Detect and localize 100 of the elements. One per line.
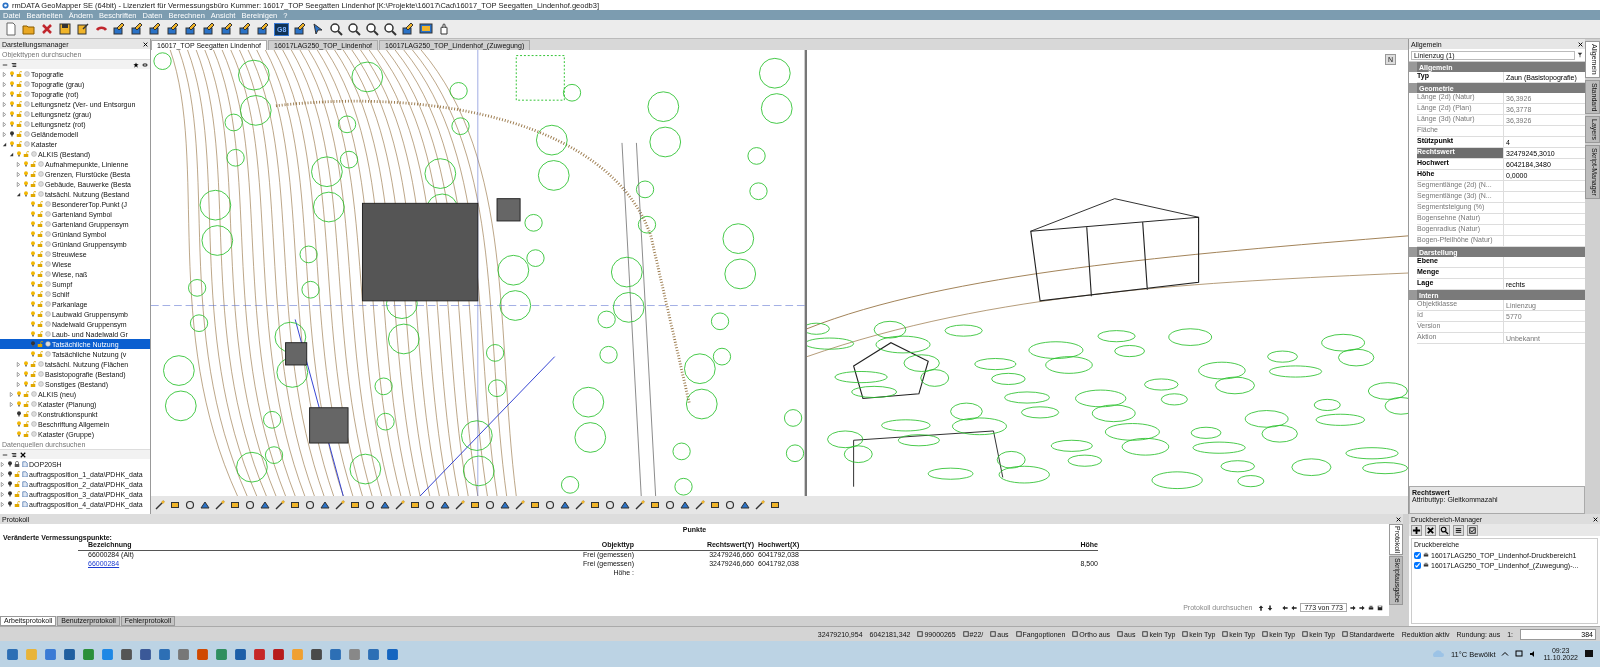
taskbar-app-icon[interactable]	[101, 647, 114, 661]
taskbar-app-icon[interactable]	[6, 647, 19, 661]
new-document-icon[interactable]	[4, 22, 18, 36]
drawing-tool-icon[interactable]	[770, 500, 780, 510]
status-tool-icon[interactable]	[990, 631, 997, 637]
drawing-tool-icon[interactable]	[395, 500, 405, 510]
expand-arrow-icon[interactable]	[2, 81, 7, 87]
expand-arrow-icon[interactable]	[2, 71, 7, 77]
checkbox[interactable]	[1414, 561, 1421, 569]
expand-arrow-icon[interactable]	[16, 161, 21, 167]
expand-arrow-icon[interactable]	[9, 391, 14, 397]
drawing-tool-icon[interactable]	[575, 500, 585, 510]
tool-icon[interactable]	[401, 22, 416, 36]
tool-icon[interactable]	[256, 22, 270, 36]
network-icon[interactable]	[1515, 650, 1524, 658]
status-tool-icon[interactable]	[962, 631, 969, 637]
expand-arrow-icon[interactable]	[9, 401, 14, 407]
expand-arrow-icon[interactable]	[16, 381, 21, 387]
taskbar-app-icon[interactable]	[310, 647, 323, 661]
list-icon[interactable]	[1453, 524, 1464, 536]
light-bulb-icon[interactable]	[8, 131, 15, 137]
drawing-tool-icon[interactable]	[515, 500, 525, 510]
collapse-arrow-icon[interactable]	[9, 151, 14, 157]
taskbar-app-icon[interactable]	[234, 647, 247, 661]
expand-arrow-icon[interactable]	[2, 131, 7, 137]
collapse-arrow-icon[interactable]	[16, 191, 21, 197]
drawing-tool-icon[interactable]	[275, 500, 285, 510]
taskbar-app-icon[interactable]	[44, 647, 57, 661]
taskbar-app-icon[interactable]	[272, 647, 285, 661]
taskbar-app-icon[interactable]	[120, 647, 133, 661]
taskbar-app-icon[interactable]	[177, 647, 190, 661]
folder-icon[interactable]	[22, 22, 36, 36]
taskbar-app-icon[interactable]	[139, 647, 152, 661]
taskbar-app-icon[interactable]	[158, 647, 171, 661]
taskbar-app-icon[interactable]	[329, 647, 342, 661]
magnifier-icon[interactable]	[365, 22, 380, 36]
tool-icon[interactable]	[166, 22, 180, 36]
magnifier-icon[interactable]	[383, 22, 398, 36]
close-icon[interactable]	[1396, 516, 1401, 522]
magnifier-icon[interactable]	[347, 22, 362, 36]
tool-icon[interactable]	[238, 22, 252, 36]
status-tool-icon[interactable]	[1142, 631, 1149, 637]
status-tool-icon[interactable]	[1262, 631, 1269, 637]
checkbox-icon[interactable]	[1467, 524, 1478, 536]
close-icon[interactable]	[1593, 516, 1598, 522]
tool-icon[interactable]	[184, 22, 198, 36]
delete-icon[interactable]	[20, 451, 26, 458]
drawing-tool-icon[interactable]	[755, 500, 765, 510]
checkbox[interactable]	[1414, 551, 1421, 559]
expand-arrow-icon[interactable]	[2, 121, 7, 127]
tool-icon[interactable]	[293, 22, 308, 36]
light-bulb-icon[interactable]	[6, 501, 13, 507]
drawing-tool-icon[interactable]	[155, 500, 165, 510]
expand-arrow-icon[interactable]	[16, 371, 21, 377]
taskbar-app-icon[interactable]	[215, 647, 228, 661]
expand-arrow-icon[interactable]	[2, 101, 7, 107]
tool-icon[interactable]	[148, 22, 162, 36]
status-tool-icon[interactable]	[1072, 631, 1079, 637]
taskbar-app-icon[interactable]	[386, 647, 399, 661]
chevron-up-icon[interactable]	[1501, 650, 1510, 658]
drawing-tool-icon[interactable]	[215, 500, 225, 510]
light-bulb-icon[interactable]	[15, 411, 22, 417]
taskbar-app-icon[interactable]	[82, 647, 95, 661]
star-icon[interactable]	[133, 61, 139, 68]
status-tool-icon[interactable]	[1117, 631, 1124, 637]
tool-icon[interactable]	[202, 22, 216, 36]
status-tool-icon[interactable]	[1302, 631, 1309, 637]
eye-icon[interactable]	[142, 61, 148, 68]
light-bulb-icon[interactable]	[6, 481, 13, 487]
filter-icon[interactable]	[1577, 52, 1583, 58]
list-icon[interactable]	[11, 451, 17, 458]
status-tool-icon[interactable]	[917, 631, 924, 637]
expand-arrow-icon[interactable]	[16, 171, 21, 177]
light-bulb-icon[interactable]	[6, 491, 13, 497]
lock-icon[interactable]	[14, 461, 20, 467]
delete-icon[interactable]	[1425, 524, 1436, 536]
expand-arrow-icon[interactable]	[16, 361, 21, 367]
print-icon[interactable]	[1368, 604, 1374, 611]
drawing-tool-icon[interactable]	[695, 500, 705, 510]
export-icon[interactable]	[76, 22, 90, 36]
status-tool-icon[interactable]	[1342, 631, 1349, 637]
status-tool-icon[interactable]	[1182, 631, 1189, 637]
tool-icon[interactable]	[130, 22, 144, 36]
light-bulb-icon[interactable]	[6, 471, 13, 477]
taskbar-app-icon[interactable]	[63, 647, 76, 661]
taskbar-app-icon[interactable]	[253, 647, 266, 661]
expand-arrow-icon[interactable]	[2, 111, 7, 117]
monitor-icon[interactable]	[419, 22, 434, 36]
status-tool-icon[interactable]	[1015, 631, 1022, 637]
drawing-tool-icon[interactable]	[455, 500, 465, 510]
list-icon[interactable]	[11, 61, 17, 68]
drawing-tool-icon[interactable]	[635, 500, 645, 510]
search-icon[interactable]	[1439, 524, 1450, 536]
close-icon[interactable]	[143, 41, 148, 47]
taskbar-app-icon[interactable]	[367, 647, 380, 661]
taskbar-app-icon[interactable]	[196, 647, 209, 661]
collapse-arrow-icon[interactable]	[2, 141, 7, 147]
notification-icon[interactable]	[1584, 649, 1594, 659]
tool-icon[interactable]	[112, 22, 126, 36]
add-icon[interactable]	[1411, 524, 1422, 536]
